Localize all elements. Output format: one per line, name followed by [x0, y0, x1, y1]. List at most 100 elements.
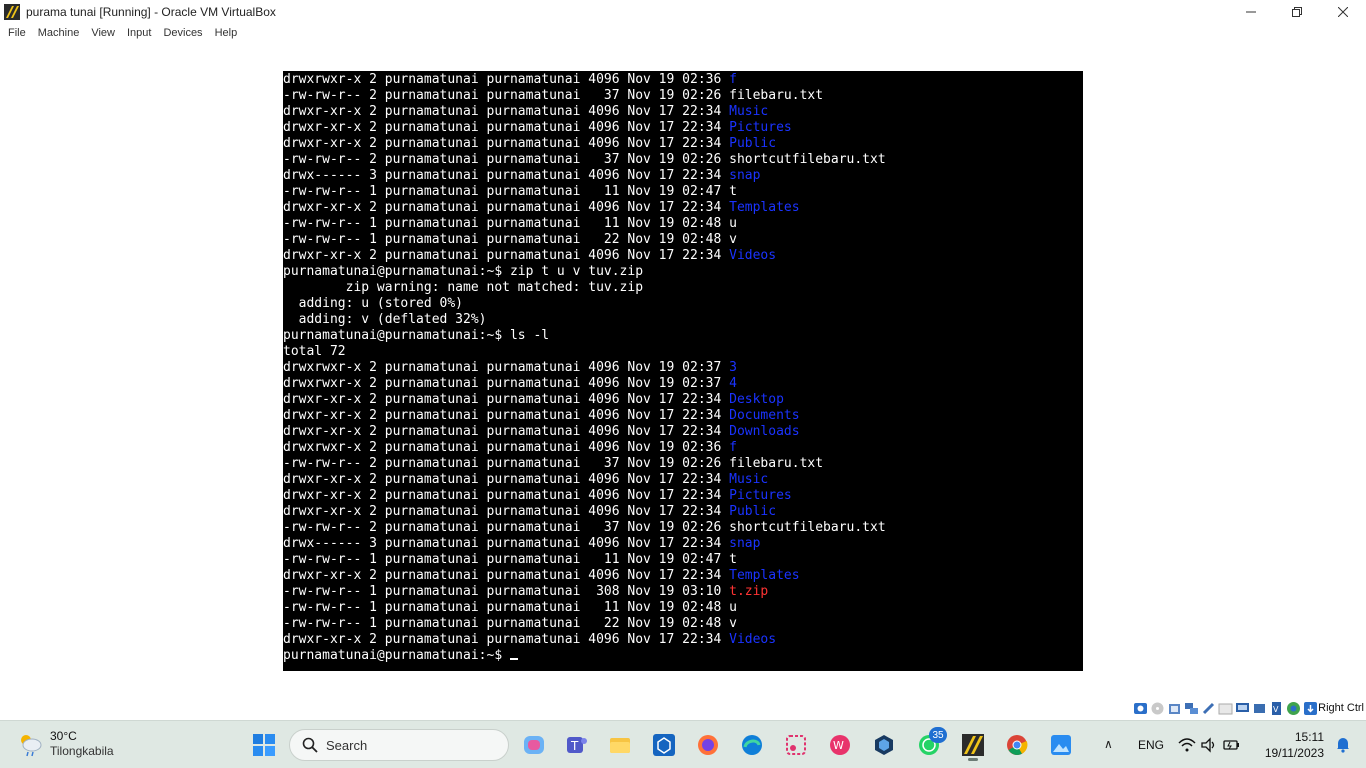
chevron-up-icon[interactable]: ∧ [1104, 737, 1113, 751]
display-icon[interactable] [1235, 701, 1250, 716]
shared-folder-icon[interactable] [1218, 701, 1233, 716]
terminal-file-name: shortcutfilebaru.txt [729, 520, 886, 535]
wifi-icon[interactable] [1178, 736, 1196, 754]
terminal-line: purnamatunai@purnamatunai:~$ ls -l [283, 328, 1083, 344]
clock-date: 19/11/2023 [1264, 746, 1324, 760]
terminal-line-text: -rw-rw-r-- 2 purnamatunai purnamatunai 3… [283, 152, 730, 167]
mouse-integration-icon[interactable] [1286, 701, 1301, 716]
keyboard-icon[interactable] [1303, 701, 1318, 716]
terminal-line: drwxr-xr-x 2 purnamatunai purnamatunai 4… [283, 472, 1083, 488]
volume-icon[interactable] [1200, 736, 1218, 754]
menu-devices[interactable]: Devices [158, 27, 207, 39]
terminal-line-text: -rw-rw-r-- 1 purnamatunai purnamatunai 3… [283, 584, 730, 599]
terminal-line: drwxrwxr-x 2 purnamatunai purnamatunai 4… [283, 72, 1083, 88]
hard-disk-icon[interactable] [1133, 701, 1148, 716]
terminal-line: -rw-rw-r-- 1 purnamatunai purnamatunai 1… [283, 600, 1083, 616]
status-icons: V [1133, 701, 1318, 716]
window-title: purama tunai [Running] - Oracle VM Virtu… [26, 4, 276, 19]
start-button[interactable] [252, 733, 276, 757]
battery-icon[interactable] [1222, 736, 1240, 754]
cpu-icon[interactable]: V [1269, 701, 1284, 716]
taskbar-app-edge[interactable] [736, 729, 768, 761]
weather-widget[interactable]: 30°C Tilongkabila [16, 729, 114, 759]
terminal-file-name: Desktop [729, 392, 784, 407]
windows-taskbar: 30°C Tilongkabila Search T W 35 ∧ ENG 15… [0, 720, 1366, 768]
virtualbox-vm-icon [962, 734, 984, 756]
terminal-line: drwxr-xr-x 2 purnamatunai purnamatunai 4… [283, 632, 1083, 648]
terminal-line-text: drwxr-xr-x 2 purnamatunai purnamatunai 4… [283, 104, 730, 119]
taskbar-app-wps[interactable]: W [824, 729, 856, 761]
virtualbox-icon [875, 735, 893, 755]
notification-bell-icon[interactable] [1334, 735, 1352, 753]
taskbar-app-dev[interactable] [648, 729, 680, 761]
menu-input[interactable]: Input [122, 27, 156, 39]
clock-time: 15:11 [1294, 730, 1324, 744]
terminal-file-name: t.zip [729, 584, 769, 599]
menu-machine[interactable]: Machine [33, 27, 85, 39]
dev-app-icon [653, 734, 675, 756]
taskbar-app-file-explorer[interactable] [604, 729, 636, 761]
terminal-line: zip warning: name not matched: tuv.zip [283, 280, 1083, 296]
taskbar-app-virtualbox-vm[interactable] [957, 729, 989, 761]
terminal-line-text: purnamatunai@purnamatunai:~$ zip t u v t… [283, 264, 644, 279]
taskbar-app-chrome[interactable] [1001, 729, 1033, 761]
terminal-line-text: -rw-rw-r-- 1 purnamatunai purnamatunai 2… [283, 232, 730, 247]
terminal-prompt: purnamatunai@purnamatunai:~$ [283, 648, 510, 663]
taskbar-clock[interactable]: 15:11 19/11/2023 [1265, 729, 1324, 761]
terminal-file-name: shortcutfilebaru.txt [729, 152, 886, 167]
terminal-line-text: drwxr-xr-x 2 purnamatunai purnamatunai 4… [283, 408, 730, 423]
audio-icon[interactable] [1167, 701, 1182, 716]
terminal-file-name: u [729, 600, 737, 615]
terminal-line: adding: u (stored 0%) [283, 296, 1083, 312]
taskbar-app-whatsapp[interactable]: 35 [913, 727, 947, 761]
terminal-file-name: Music [729, 104, 769, 119]
taskbar-app-virtualbox[interactable] [868, 729, 900, 761]
taskbar-search-box[interactable]: Search [289, 729, 509, 761]
maximize-button[interactable] [1274, 0, 1320, 23]
menu-view[interactable]: View [86, 27, 120, 39]
menu-help[interactable]: Help [210, 27, 243, 39]
taskbar-app-firefox[interactable] [692, 729, 724, 761]
terminal-line: -rw-rw-r-- 2 purnamatunai purnamatunai 3… [283, 520, 1083, 536]
usb-icon[interactable] [1201, 701, 1216, 716]
vm-terminal-screen[interactable]: drwxrwxr-x 2 purnamatunai purnamatunai 4… [283, 71, 1083, 671]
network-icon[interactable] [1184, 701, 1199, 716]
wps-office-icon: W [830, 735, 850, 755]
taskbar-app-copilot[interactable] [518, 729, 550, 761]
terminal-line-text: zip warning: name not matched: tuv.zip [283, 280, 644, 295]
terminal-file-name: Music [729, 472, 769, 487]
terminal-line-text: -rw-rw-r-- 1 purnamatunai purnamatunai 1… [283, 216, 730, 231]
taskbar-app-snipping-tool[interactable] [780, 729, 812, 761]
terminal-prompt-line[interactable]: purnamatunai@purnamatunai:~$ [283, 648, 1083, 664]
host-key-label: Right Ctrl [1318, 702, 1364, 714]
language-indicator[interactable]: ENG [1138, 738, 1164, 752]
whatsapp-unread-badge: 35 [929, 727, 947, 743]
optical-drive-icon[interactable] [1150, 701, 1165, 716]
terminal-line: -rw-rw-r-- 2 purnamatunai purnamatunai 3… [283, 88, 1083, 104]
terminal-line: -rw-rw-r-- 2 purnamatunai purnamatunai 3… [283, 456, 1083, 472]
terminal-line: drwxr-xr-x 2 purnamatunai purnamatunai 4… [283, 120, 1083, 136]
terminal-file-name: 3 [729, 360, 737, 375]
terminal-line: total 72 [283, 344, 1083, 360]
window-title-bar[interactable]: purama tunai [Running] - Oracle VM Virtu… [0, 0, 1366, 23]
terminal-line-text: drwxr-xr-x 2 purnamatunai purnamatunai 4… [283, 632, 730, 647]
taskbar-app-teams[interactable]: T [561, 729, 593, 761]
active-app-indicator [968, 758, 978, 761]
search-label: Search [326, 737, 368, 753]
terminal-file-name: filebaru.txt [729, 88, 824, 103]
terminal-file-name: t [729, 184, 737, 199]
terminal-file-name: Videos [729, 248, 777, 263]
terminal-file-name: 4 [729, 376, 737, 391]
terminal-line-text: drwxrwxr-x 2 purnamatunai purnamatunai 4… [283, 360, 730, 375]
close-button[interactable] [1320, 0, 1366, 23]
menu-file[interactable]: File [3, 27, 31, 39]
taskbar-app-photos[interactable] [1045, 729, 1077, 761]
terminal-line-text: -rw-rw-r-- 1 purnamatunai purnamatunai 1… [283, 600, 730, 615]
recording-icon[interactable] [1252, 701, 1267, 716]
terminal-line-text: drwxr-xr-x 2 purnamatunai purnamatunai 4… [283, 568, 730, 583]
window-controls [1228, 0, 1366, 23]
terminal-file-name: Templates [729, 568, 800, 583]
file-explorer-icon [610, 738, 630, 753]
terminal-line: drwxrwxr-x 2 purnamatunai purnamatunai 4… [283, 360, 1083, 376]
minimize-button[interactable] [1228, 0, 1274, 23]
